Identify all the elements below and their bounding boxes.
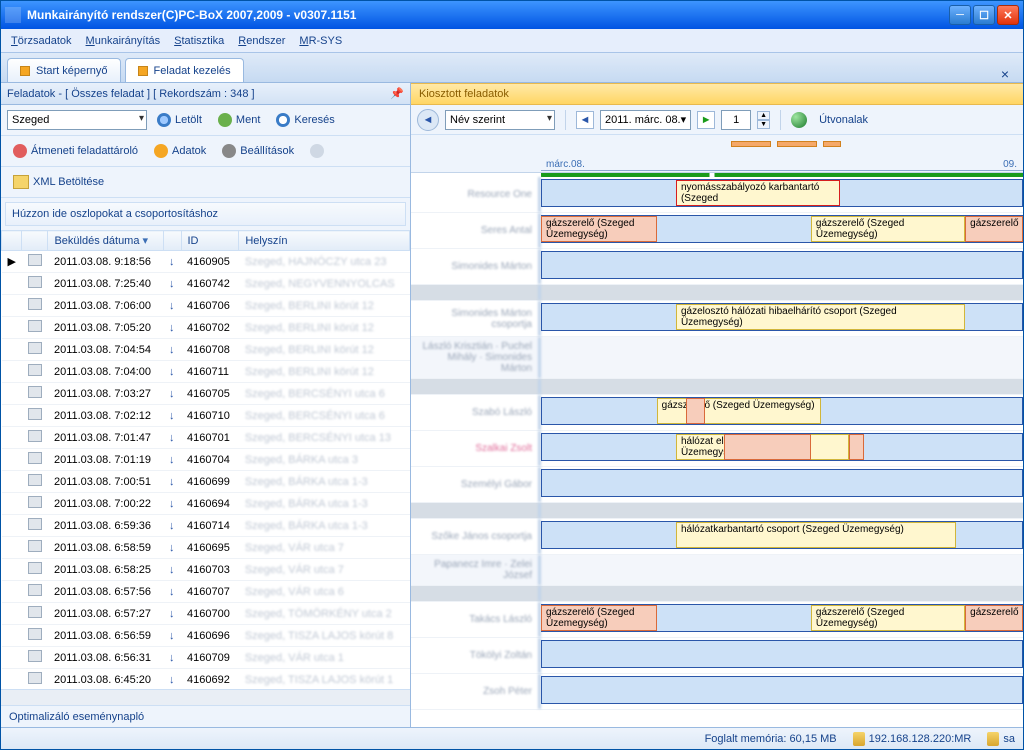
statusbar: Foglalt memória: 60,15 MB 192.168.128.22… [1,727,1023,749]
table-row[interactable]: 2011.03.08. 7:06:00↓4160706Szeged, BERLI… [2,295,410,317]
days-input[interactable] [721,110,751,130]
table-row[interactable]: 2011.03.08. 7:01:19↓4160704Szeged, BÁRKA… [2,449,410,471]
table-row[interactable]: ▶2011.03.08. 9:18:56↓4160905Szeged, HAJN… [2,251,410,273]
folder-icon [13,175,29,189]
server-icon [853,732,865,746]
pin-icon[interactable]: 📌 [390,87,404,100]
beallitasok-button[interactable]: Beállítások [216,140,300,162]
table-row[interactable]: 2011.03.08. 6:56:31↓4160709Szeged, VÁR u… [2,647,410,669]
schedule-header: Kiosztott feladatok [411,83,1023,105]
table-row[interactable]: 2011.03.08. 7:05:20↓4160702Szeged, BERLI… [2,317,410,339]
menu-torzsadatok[interactable]: Törzsadatok [11,35,72,47]
menu-mrsys[interactable]: MR-SYS [299,35,342,47]
user-icon [987,732,999,746]
col-id[interactable]: ID [181,231,239,251]
col-date[interactable]: Beküldés dátuma ▾ [48,231,163,251]
menu-rendszer[interactable]: Rendszer [238,35,285,47]
maximize-button[interactable]: ☐ [973,5,995,25]
table-row[interactable]: 2011.03.08. 7:04:00↓4160711Szeged, BERLI… [2,361,410,383]
gear-icon [222,144,236,158]
tab-feladat[interactable]: Feladat kezelés [125,58,244,82]
back-button[interactable]: ◄ [417,109,439,131]
data-icon [154,144,168,158]
table-row[interactable]: 2011.03.08. 6:58:25↓4160703Szeged, VÁR u… [2,559,410,581]
app-icon [5,7,21,23]
date-prev-button[interactable]: ◄ [576,111,594,129]
table-row[interactable]: 2011.03.08. 6:58:59↓4160695Szeged, VÁR u… [2,537,410,559]
adatok-button[interactable]: Adatok [148,140,212,162]
table-row[interactable]: 2011.03.08. 6:57:27↓4160700Szeged, TÖMÖR… [2,603,410,625]
table-row[interactable]: 2011.03.08. 7:02:12↓4160710Szeged, BERCS… [2,405,410,427]
titlebar: Munkairányító rendszer(C)PC-BoX 2007,200… [1,1,1023,29]
table-row[interactable]: 2011.03.08. 7:04:54↓4160708Szeged, BERLI… [2,339,410,361]
table-row[interactable]: 2011.03.08. 6:57:56↓4160707Szeged, VÁR u… [2,581,410,603]
optimizer-log-link[interactable]: Optimalizáló eseménynapló [9,711,144,723]
ment-button[interactable]: Ment [212,109,266,131]
tasks-panel-header: Feladatok - [ Összes feladat ] [ Rekords… [1,83,410,105]
close-button[interactable]: ✕ [997,5,1019,25]
tasks-toolbar-1: Szeged Letölt Ment Keresés [1,105,410,136]
menu-statisztika[interactable]: Statisztika [174,35,224,47]
tasks-toolbar-2: Átmeneti feladattároló Adatok Beállításo… [1,136,410,167]
days-down[interactable]: ▼ [757,120,770,129]
tab-close-button[interactable]: × [993,66,1017,82]
date-picker[interactable]: 2011. márc. 08. ▾ [600,110,691,130]
tasks-grid[interactable]: Beküldés dátuma ▾ ID Helyszín ▶2011.03.0… [1,230,410,689]
letolt-button[interactable]: Letölt [151,109,208,131]
download-icon [157,113,171,127]
schedule-panel: Kiosztott feladatok ◄ Név szerint ◄ 2011… [411,83,1023,727]
mail-button[interactable] [304,140,330,162]
save-icon [218,113,232,127]
status-memory: Foglalt memória: 60,15 MB [705,733,837,745]
kereses-button[interactable]: Keresés [270,109,340,131]
routes-button[interactable]: Útvonalak [813,109,874,131]
location-combo[interactable]: Szeged [7,110,147,130]
menubar: Törzsadatok Munkairányítás Statisztika R… [1,29,1023,53]
window-title: Munkairányító rendszer(C)PC-BoX 2007,200… [27,8,949,22]
mail-icon [310,144,324,158]
table-row[interactable]: 2011.03.08. 7:03:27↓4160705Szeged, BERCS… [2,383,410,405]
tab-icon [138,66,148,76]
gantt-chart[interactable]: márc.08. 09. Resource Onenyomásszabályoz… [411,135,1023,727]
table-row[interactable]: 2011.03.08. 6:59:36↓4160714Szeged, BÁRKA… [2,515,410,537]
tab-start[interactable]: Start képernyő [7,58,121,82]
globe-icon [791,112,807,128]
tab-icon [20,66,30,76]
table-row[interactable]: 2011.03.08. 7:00:22↓4160694Szeged, BÁRKA… [2,493,410,515]
bin-icon [13,144,27,158]
document-tabs: Start képernyő Feladat kezelés × [1,53,1023,83]
table-row[interactable]: 2011.03.08. 7:25:40↓4160742Szeged, NEGYV… [2,273,410,295]
schedule-toolbar: ◄ Név szerint ◄ 2011. márc. 08. ▾ ► ▲ ▼ … [411,105,1023,135]
app-window: Munkairányító rendszer(C)PC-BoX 2007,200… [0,0,1024,750]
sort-combo[interactable]: Név szerint [445,110,555,130]
status-server: 192.168.128.220:MR [869,733,972,745]
table-row[interactable]: 2011.03.08. 7:01:47↓4160701Szeged, BERCS… [2,427,410,449]
search-icon [276,113,290,127]
days-up[interactable]: ▲ [757,111,770,120]
table-row[interactable]: 2011.03.08. 6:56:59↓4160696Szeged, TISZA… [2,625,410,647]
tasks-toolbar-3: XML Betöltése [1,167,410,198]
group-by-bar[interactable]: Húzzon ide oszlopokat a csoportosításhoz [5,202,406,226]
gantt-timescale: márc.08. 09. [411,135,1023,173]
grid-hscroll[interactable] [1,689,410,705]
col-loc[interactable]: Helyszín [239,231,410,251]
table-row[interactable]: 2011.03.08. 7:00:51↓4160699Szeged, BÁRKA… [2,471,410,493]
atmeneti-button[interactable]: Átmeneti feladattároló [7,140,144,162]
xml-button[interactable]: XML Betöltése [7,171,110,193]
table-row[interactable]: 2011.03.08. 6:45:20↓4160692Szeged, TISZA… [2,669,410,690]
status-user: sa [1003,733,1015,745]
minimize-button[interactable]: ─ [949,5,971,25]
menu-munkairanyitas[interactable]: Munkairányítás [86,35,161,47]
date-next-button[interactable]: ► [697,111,715,129]
tasks-panel: Feladatok - [ Összes feladat ] [ Rekords… [1,83,411,727]
